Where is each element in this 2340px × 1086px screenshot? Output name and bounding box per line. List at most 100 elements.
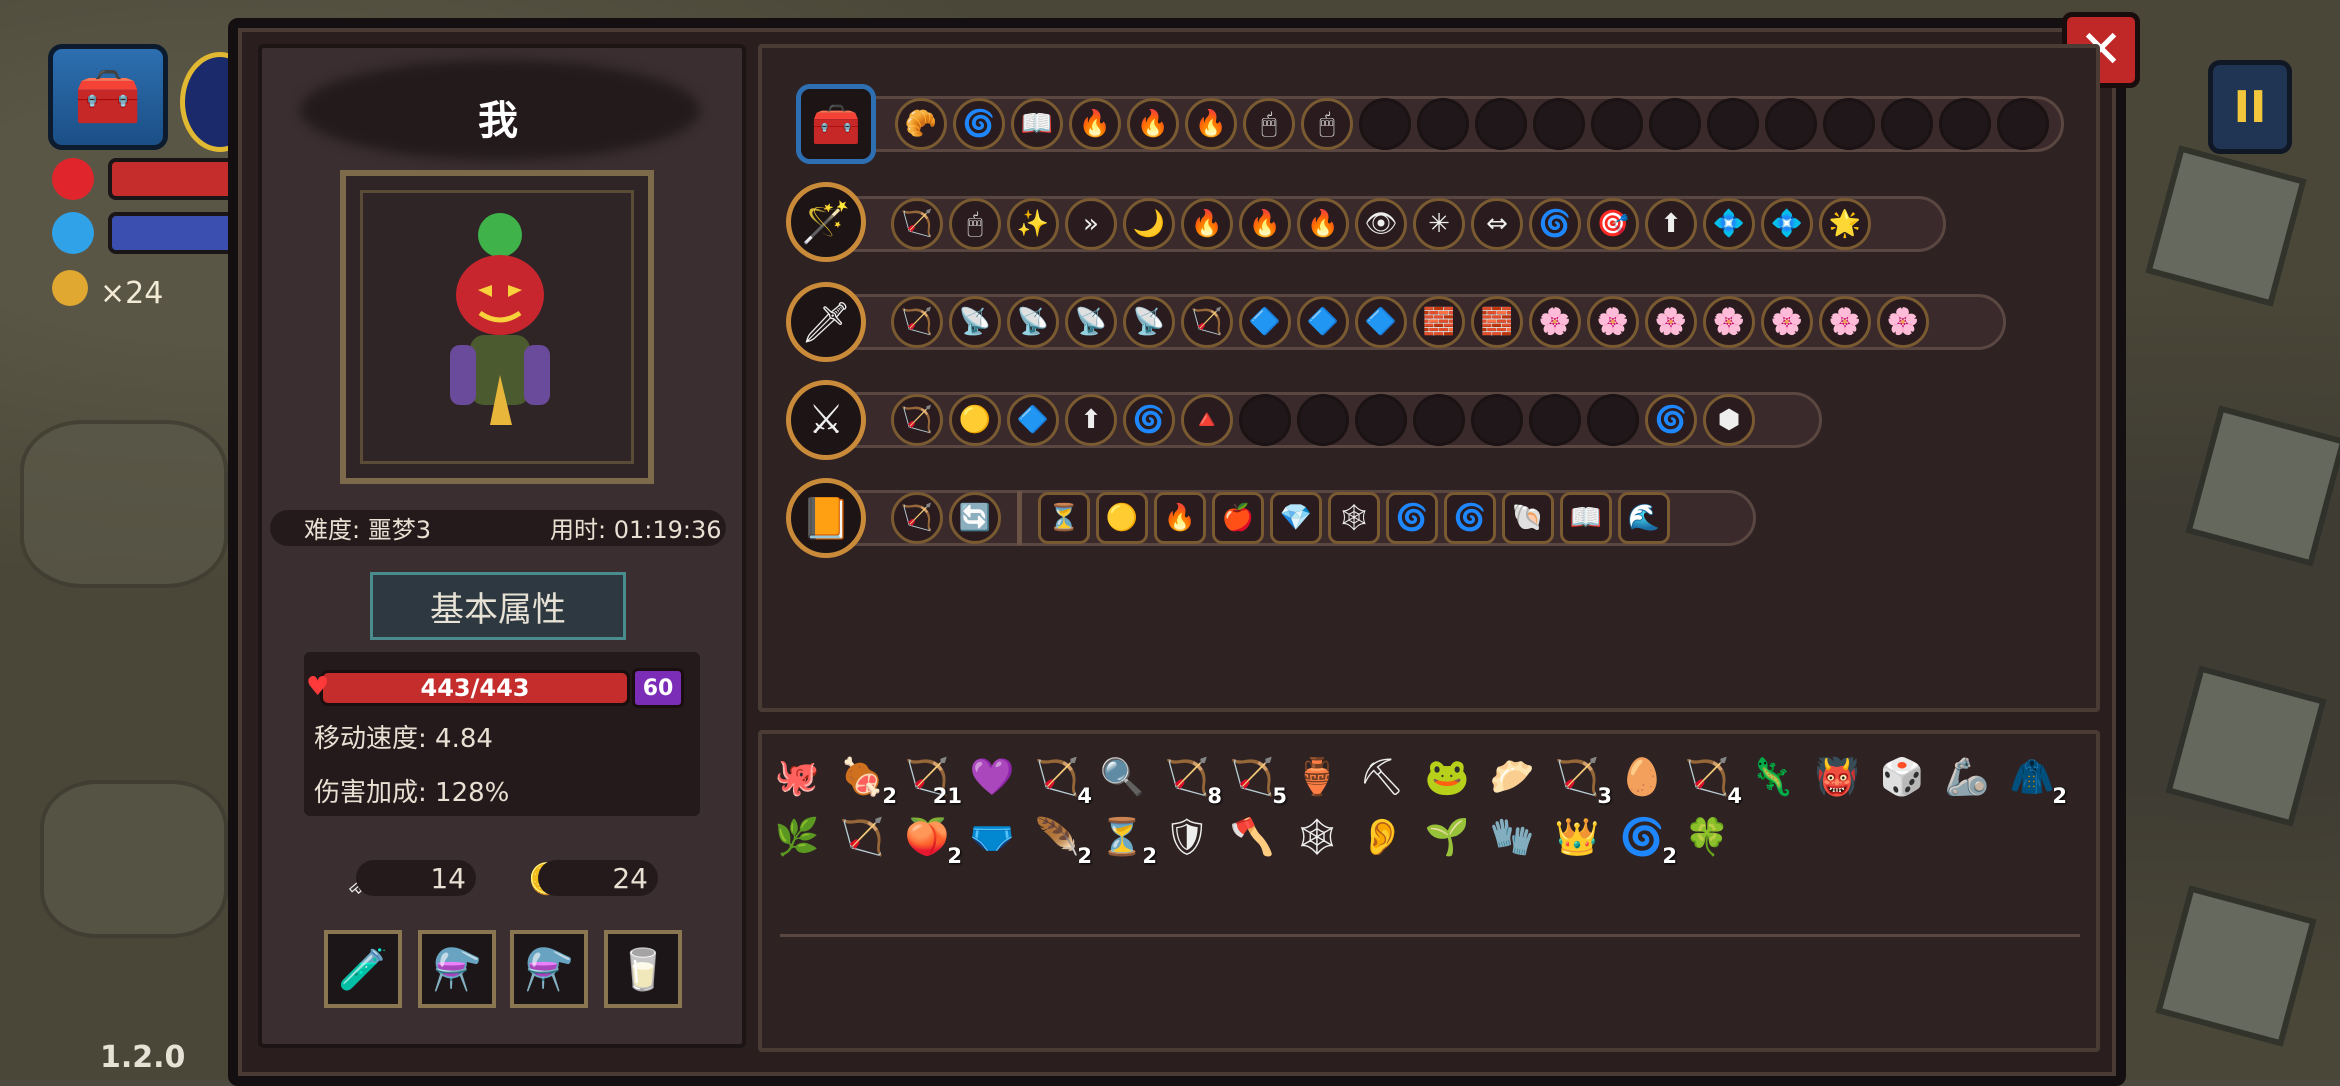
inventory-item[interactable]: 🥚 xyxy=(1617,752,1667,802)
loadout-slot[interactable]: 🌀 xyxy=(1386,492,1438,544)
loadout-slot[interactable]: 🕸 xyxy=(1328,492,1380,544)
loadout-slot[interactable]: 🥐 xyxy=(895,98,947,150)
empty-slot[interactable] xyxy=(1471,394,1523,446)
inventory-item[interactable]: 🌿 xyxy=(772,812,822,862)
inventory-item[interactable]: 🥟 xyxy=(1487,752,1537,802)
loadout-slot[interactable]: 📡 xyxy=(949,296,1001,348)
empty-slot[interactable] xyxy=(1587,394,1639,446)
loadout-slot[interactable]: 🔥 xyxy=(1069,98,1121,150)
loadout-slot[interactable]: 🌸 xyxy=(1761,296,1813,348)
empty-slot[interactable] xyxy=(1997,98,2049,150)
tab-basic-attributes[interactable]: 基本属性 xyxy=(370,572,626,640)
loadout-slot[interactable]: 🔺 xyxy=(1181,394,1233,446)
loadout-slot[interactable]: 🏹 xyxy=(891,296,943,348)
loadout-slot[interactable]: ⬢ xyxy=(1703,394,1755,446)
loadout-slot[interactable]: ✨ xyxy=(1007,198,1059,250)
inventory-item[interactable]: ⛏ xyxy=(1357,752,1407,802)
staff-weapon-icon[interactable]: 🪄 xyxy=(786,182,866,262)
empty-slot[interactable] xyxy=(1939,98,1991,150)
loadout-slot[interactable]: ⬆ xyxy=(1065,394,1117,446)
inventory-item[interactable]: 🏹 5 xyxy=(1227,752,1287,808)
inventory-item[interactable]: 🍀 xyxy=(1682,812,1732,862)
inventory-item[interactable]: 🐸 xyxy=(1422,752,1472,802)
inventory-item[interactable]: 🕸 xyxy=(1292,812,1342,862)
loadout-slot[interactable]: ⬆ xyxy=(1645,198,1697,250)
inventory-item[interactable]: 👂 xyxy=(1357,812,1407,862)
wand-weapon-icon[interactable]: 🗡 xyxy=(786,282,866,362)
empty-slot[interactable] xyxy=(1881,98,1933,150)
inventory-item[interactable]: 🏹 21 xyxy=(902,752,962,808)
potion-slot[interactable]: 🧪 xyxy=(324,930,402,1008)
inventory-item[interactable]: 🏹 3 xyxy=(1552,752,1612,808)
empty-slot[interactable] xyxy=(1355,394,1407,446)
inventory-item[interactable]: 🪓 xyxy=(1227,812,1277,862)
sword-weapon-icon[interactable]: ⚔ xyxy=(786,380,866,460)
loadout-slot[interactable]: 🟡 xyxy=(949,394,1001,446)
inventory-item[interactable]: 🦎 xyxy=(1747,752,1797,802)
inventory-item[interactable]: 🐙 xyxy=(772,752,822,802)
loadout-slot[interactable]: 🌸 xyxy=(1529,296,1581,348)
loadout-slot[interactable]: 🧱 xyxy=(1413,296,1465,348)
inventory-item[interactable]: 🧥 2 xyxy=(2007,752,2067,808)
loadout-slot[interactable]: » xyxy=(1065,198,1117,250)
loadout-slot[interactable]: 💠 xyxy=(1703,198,1755,250)
loadout-slot[interactable]: 👁 xyxy=(1355,198,1407,250)
loadout-slot[interactable]: 🐚 xyxy=(1502,492,1554,544)
inventory-item[interactable]: 🎲 xyxy=(1877,752,1927,802)
inventory-item[interactable]: 💜 xyxy=(967,752,1017,802)
loadout-slot[interactable]: 🏹 xyxy=(891,198,943,250)
inventory-item[interactable]: 🍖 2 xyxy=(837,752,897,808)
inventory-item[interactable]: 🧤 xyxy=(1487,812,1537,862)
empty-slot[interactable] xyxy=(1359,98,1411,150)
loadout-slot[interactable]: 🌸 xyxy=(1877,296,1929,348)
loadout-slot[interactable]: 🔷 xyxy=(1239,296,1291,348)
pause-button[interactable]: II xyxy=(2208,60,2292,154)
loadout-slot[interactable]: 🏹 xyxy=(891,394,943,446)
inventory-item[interactable]: 🦾 xyxy=(1942,752,1992,802)
loadout-slot[interactable]: 🔥 xyxy=(1297,198,1349,250)
loadout-slot[interactable]: 📡 xyxy=(1065,296,1117,348)
loadout-slot[interactable]: 🌊 xyxy=(1618,492,1670,544)
loadout-slot[interactable]: 🏹 xyxy=(891,492,943,544)
empty-slot[interactable] xyxy=(1297,394,1349,446)
inventory-item[interactable]: 🏹 xyxy=(837,812,887,862)
loadout-slot[interactable]: 📡 xyxy=(1007,296,1059,348)
potion-slot[interactable]: ⚗️ xyxy=(418,930,496,1008)
inventory-item[interactable]: 🌀 2 xyxy=(1617,812,1677,868)
inventory-item[interactable]: 🏺 xyxy=(1292,752,1342,802)
inventory-item[interactable]: 🛡 xyxy=(1162,812,1212,862)
loadout-slot[interactable]: 🖱 xyxy=(949,198,1001,250)
inventory-item[interactable]: 🌱 xyxy=(1422,812,1472,862)
loadout-slot[interactable]: 🔄 xyxy=(949,492,1001,544)
loadout-slot[interactable]: 🟡 xyxy=(1096,492,1148,544)
loadout-slot[interactable]: 🌸 xyxy=(1819,296,1871,348)
loadout-slot[interactable]: 🖱 xyxy=(1301,98,1353,150)
empty-slot[interactable] xyxy=(1591,98,1643,150)
inventory-item[interactable]: 👹 xyxy=(1812,752,1862,802)
loadout-slot[interactable]: 🍎 xyxy=(1212,492,1264,544)
loadout-slot[interactable]: 📖 xyxy=(1560,492,1612,544)
empty-slot[interactable] xyxy=(1649,98,1701,150)
loadout-slot[interactable]: 🌀 xyxy=(953,98,1005,150)
loadout-slot[interactable]: 🌸 xyxy=(1703,296,1755,348)
empty-slot[interactable] xyxy=(1707,98,1759,150)
loadout-slot[interactable]: 🌀 xyxy=(1444,492,1496,544)
loadout-slot[interactable]: 🌸 xyxy=(1645,296,1697,348)
empty-slot[interactable] xyxy=(1823,98,1875,150)
inventory-chest-button[interactable]: 🧰 xyxy=(48,44,168,150)
loadout-slot[interactable]: 🔥 xyxy=(1185,98,1237,150)
loadout-slot[interactable]: 📡 xyxy=(1123,296,1175,348)
loadout-slot[interactable]: 🌀 xyxy=(1529,198,1581,250)
loadout-slot[interactable]: 💎 xyxy=(1270,492,1322,544)
loadout-slot[interactable]: 🔥 xyxy=(1181,198,1233,250)
inventory-item[interactable]: 🍑 2 xyxy=(902,812,962,868)
potion-slot[interactable]: ⚗️ xyxy=(510,930,588,1008)
loadout-slot[interactable]: ⇔ xyxy=(1471,198,1523,250)
inventory-item[interactable]: 🏹 8 xyxy=(1162,752,1222,808)
loadout-slot[interactable]: 🌀 xyxy=(1645,394,1697,446)
loadout-slot[interactable]: 🌙 xyxy=(1123,198,1175,250)
inventory-item[interactable]: ⏳ 2 xyxy=(1097,812,1157,868)
empty-slot[interactable] xyxy=(1475,98,1527,150)
loadout-slot[interactable]: 🔥 xyxy=(1239,198,1291,250)
loadout-slot[interactable]: 🏹 xyxy=(1181,296,1233,348)
